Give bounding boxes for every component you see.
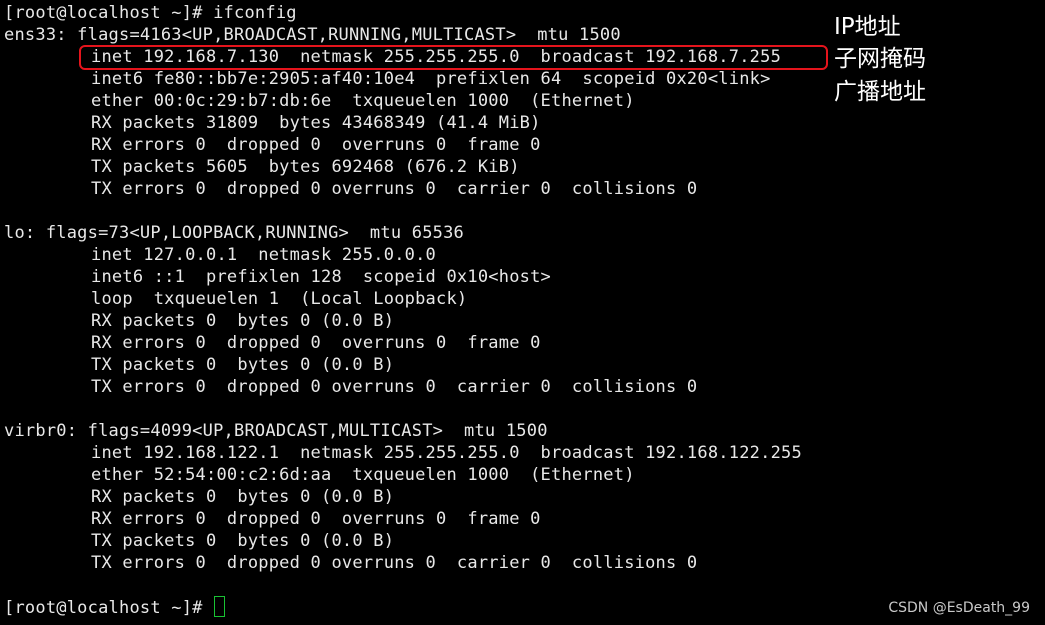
virbr0-header-line: virbr0: flags=4099<UP,BROADCAST,MULTICAS… [4, 421, 548, 441]
annotation-broadcast-address: 广播地址 [834, 79, 926, 105]
ens33-ether-line: ether 00:0c:29:b7:db:6e txqueuelen 1000 … [91, 91, 635, 111]
virbr0-tx-errors-line: TX errors 0 dropped 0 overruns 0 carrier… [91, 553, 698, 573]
lo-rx-packets-line: RX packets 0 bytes 0 (0.0 B) [91, 311, 395, 331]
annotation-ip-address: IP地址 [834, 14, 901, 40]
ens33-tx-errors-line: TX errors 0 dropped 0 overruns 0 carrier… [91, 179, 698, 199]
csdn-watermark: CSDN @EsDeath_99 [888, 600, 1030, 616]
ens33-header-line: ens33: flags=4163<UP,BROADCAST,RUNNING,M… [4, 25, 621, 45]
lo-rx-errors-line: RX errors 0 dropped 0 overruns 0 frame 0 [91, 333, 541, 353]
final-prompt-text: [root@localhost ~]# [4, 598, 214, 618]
final-prompt-line[interactable]: [root@localhost ~]# [4, 596, 226, 618]
virbr0-tx-packets-line: TX packets 0 bytes 0 (0.0 B) [91, 531, 395, 551]
terminal-window[interactable]: [root@localhost ~]# ifconfig ens33: flag… [0, 0, 1045, 625]
virbr0-rx-errors-line: RX errors 0 dropped 0 overruns 0 frame 0 [91, 509, 541, 529]
ens33-rx-packets-line: RX packets 31809 bytes 43468349 (41.4 Mi… [91, 113, 541, 133]
prompt-command-line: [root@localhost ~]# ifconfig [4, 3, 297, 23]
annotation-subnet-mask: 子网掩码 [834, 46, 926, 72]
ens33-rx-errors-line: RX errors 0 dropped 0 overruns 0 frame 0 [91, 135, 541, 155]
lo-tx-packets-line: TX packets 0 bytes 0 (0.0 B) [91, 355, 395, 375]
lo-loop-line: loop txqueuelen 1 (Local Loopback) [91, 289, 468, 309]
lo-inet6-line: inet6 ::1 prefixlen 128 scopeid 0x10<hos… [91, 267, 552, 287]
inet-highlight-box [79, 45, 828, 70]
ens33-inet6-line: inet6 fe80::bb7e:2905:af40:10e4 prefixle… [91, 69, 771, 89]
text-cursor [214, 596, 226, 617]
lo-inet-line: inet 127.0.0.1 netmask 255.0.0.0 [91, 245, 437, 265]
ens33-tx-packets-line: TX packets 5605 bytes 692468 (676.2 KiB) [91, 157, 520, 177]
lo-header-line: lo: flags=73<UP,LOOPBACK,RUNNING> mtu 65… [4, 223, 465, 243]
lo-tx-errors-line: TX errors 0 dropped 0 overruns 0 carrier… [91, 377, 698, 397]
virbr0-inet-line: inet 192.168.122.1 netmask 255.255.255.0… [91, 443, 802, 463]
virbr0-ether-line: ether 52:54:00:c2:6d:aa txqueuelen 1000 … [91, 465, 635, 485]
virbr0-rx-packets-line: RX packets 0 bytes 0 (0.0 B) [91, 487, 395, 507]
